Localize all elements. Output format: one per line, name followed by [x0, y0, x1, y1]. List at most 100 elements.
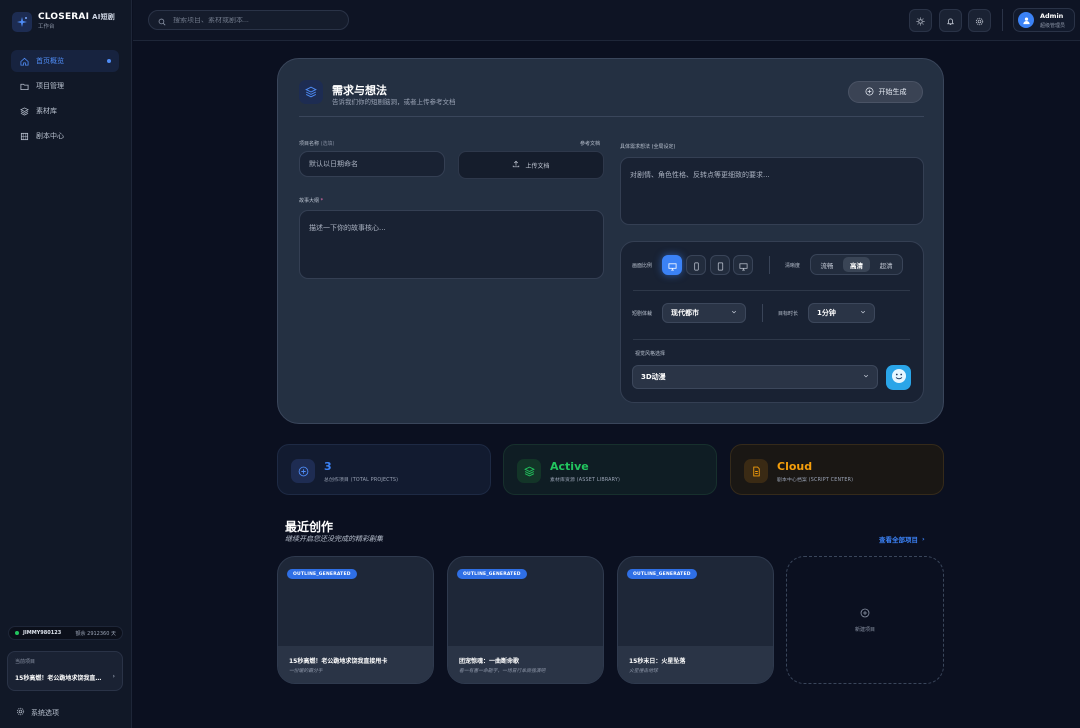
monitor-icon: [739, 256, 748, 275]
settings-button[interactable]: [968, 9, 991, 32]
sidebar-item-label: 素材库: [36, 107, 57, 115]
start-generate-button[interactable]: 开始生成: [848, 81, 923, 103]
sidebar-item-assets[interactable]: 素材库: [11, 100, 119, 122]
upload-document-button[interactable]: 上传文档: [458, 151, 604, 179]
required-mark: *: [320, 198, 324, 204]
stat-card-assets[interactable]: Active 素材库资源 (ASSET LIBRARY): [503, 444, 717, 495]
topbar: Admin 超级管理员: [133, 0, 1080, 41]
system-settings-label: 系统选项: [31, 708, 59, 717]
quality-label: 清晰度: [785, 263, 801, 269]
recent-section-title: 最近创作: [285, 520, 334, 534]
status-badge: OUTLINE_GENERATED: [287, 569, 357, 579]
new-project-card[interactable]: 新建项目: [786, 556, 944, 684]
duration-value: 1分钟: [817, 309, 836, 317]
project-name-hint: (选填): [320, 141, 335, 147]
ratio-tablet-button[interactable]: [710, 255, 730, 275]
genre-select[interactable]: 现代都市: [662, 303, 746, 323]
chevron-right-icon: ›: [922, 535, 925, 543]
project-description: 一份暖的霸分手: [289, 669, 323, 674]
project-title: 团宠惊魂：一曲断命歌: [459, 658, 520, 665]
phone-icon: [692, 256, 701, 275]
quality-option-selected[interactable]: 高清: [842, 257, 871, 272]
sidebar-item-label: 项目管理: [36, 82, 64, 90]
chevron-down-icon: [860, 309, 866, 317]
notifications-button[interactable]: [939, 9, 962, 32]
options-divider: [762, 304, 763, 322]
outline-textarea[interactable]: 描述一下你的故事核心...: [299, 210, 604, 279]
stat-caption: 素材库资源 (ASSET LIBRARY): [550, 478, 621, 483]
status-badge: OUTLINE_GENERATED: [627, 569, 697, 579]
balance-text: 额余 2912360 天: [75, 630, 116, 637]
project-card-footer: [618, 646, 773, 683]
options-divider: [769, 256, 770, 274]
project-description: 火星撞击地球: [629, 669, 658, 674]
status-badge: OUTLINE_GENERATED: [457, 569, 527, 579]
user-role: 超级管理员: [1040, 22, 1066, 29]
project-card[interactable]: OUTLINE_GENERATED 团宠惊魂：一曲断命歌 看一有害一命题字，一场…: [447, 556, 604, 684]
upload-label: 上传文档: [525, 162, 550, 170]
detail-requirements-textarea[interactable]: 对剧情、角色性格、反转点等更细致的要求...: [620, 157, 924, 225]
project-card[interactable]: OUTLINE_GENERATED 15秒末日：火星坠落 火星撞击地球: [617, 556, 774, 684]
brand-ai-tag: AI短剧: [92, 13, 115, 22]
layers-icon: [299, 80, 323, 104]
monitor-icon: [667, 256, 677, 275]
ratio-screen-button[interactable]: [733, 255, 753, 275]
stat-caption: 剧本中心档案 (SCRIPT CENTER): [777, 478, 854, 483]
ratio-landscape-button[interactable]: [662, 255, 682, 275]
theme-toggle-button[interactable]: [909, 9, 932, 32]
sidebar-item-scripts[interactable]: 剧本中心: [11, 125, 119, 147]
upload-icon: [512, 160, 520, 170]
ratio-portrait-button[interactable]: [686, 255, 706, 275]
current-project-card[interactable]: 当前项目 15秒高燃！老公跪地求饶我直接甩卡 ›: [7, 651, 123, 691]
layers-icon: [20, 106, 29, 116]
project-card[interactable]: OUTLINE_GENERATED 15秒高燃！老公跪地求饶我直接甩卡 一份暖的…: [277, 556, 434, 684]
stat-value: Cloud: [777, 460, 813, 473]
view-all-projects-link[interactable]: 查看全部项目 ›: [879, 534, 925, 544]
current-project-label: 当前项目: [15, 659, 36, 665]
stat-card-scripts[interactable]: Cloud 剧本中心档案 (SCRIPT CENTER): [730, 444, 944, 495]
active-dot: [107, 59, 111, 63]
genre-label: 短剧体裁: [632, 311, 653, 317]
sidebar-item-projects[interactable]: 项目管理: [11, 75, 119, 97]
user-name: Admin: [1040, 11, 1064, 20]
system-settings-link[interactable]: 系统选项: [16, 707, 59, 718]
project-description: 看一有害一命题字，一场冒行牟腐强演吧: [459, 669, 546, 674]
duration-select[interactable]: 1分钟: [808, 303, 875, 323]
stat-caption: 总创作项目 (TOTAL PROJECTS): [324, 478, 399, 483]
form-subtitle: 告诉我们你的短剧脑洞，或者上传参考文档: [332, 98, 456, 106]
recent-section-subtitle: 继续开启您还没完成的精彩剧集: [285, 535, 383, 543]
user-id: JIMMY980123: [23, 630, 62, 636]
bell-icon: [946, 11, 955, 30]
search-input[interactable]: [173, 16, 333, 24]
project-name-label: 项目名称 (选填): [299, 141, 335, 147]
search-bar[interactable]: [148, 10, 349, 30]
style-preview-button[interactable]: [886, 365, 911, 390]
options-divider: [633, 290, 910, 291]
visual-style-value: 3D动漫: [641, 373, 666, 381]
current-project-title: 15秒高燃！老公跪地求饶我直接甩卡: [15, 675, 103, 682]
quality-option[interactable]: 流畅: [813, 257, 841, 272]
topbar-divider: [1002, 9, 1003, 31]
user-menu[interactable]: Admin 超级管理员: [1013, 8, 1075, 32]
plus-circle-icon: [291, 459, 315, 483]
sidebar-item-label: 剧本中心: [36, 132, 64, 140]
quality-option[interactable]: 超清: [872, 257, 900, 272]
outline-label: 故事大纲 *: [299, 198, 324, 204]
stat-card-projects[interactable]: 3 总创作项目 (TOTAL PROJECTS): [277, 444, 491, 495]
project-card-footer: [448, 646, 603, 683]
chevron-down-icon: [863, 373, 869, 381]
project-name-field[interactable]: 默认以日期命名: [299, 151, 445, 177]
visual-style-select[interactable]: 3D动漫: [632, 365, 878, 389]
layers-icon: [517, 459, 541, 483]
home-icon: [20, 57, 29, 66]
plus-circle-icon: [865, 87, 874, 98]
duration-label: 目标时长: [778, 311, 799, 317]
sidebar-item-label: 首页概览: [36, 57, 64, 65]
chevron-down-icon: [731, 309, 737, 317]
sidebar-item-home[interactable]: 首页概览: [11, 50, 119, 72]
start-generate-label: 开始生成: [878, 88, 907, 96]
brand[interactable]: CLOSERAI AI短剧 工作台: [12, 12, 115, 32]
project-title: 15秒高燃！老公跪地求饶我直接甩卡: [289, 658, 388, 665]
account-status: JIMMY980123 额余 2912360 天: [8, 626, 123, 640]
tablet-icon: [716, 256, 725, 275]
